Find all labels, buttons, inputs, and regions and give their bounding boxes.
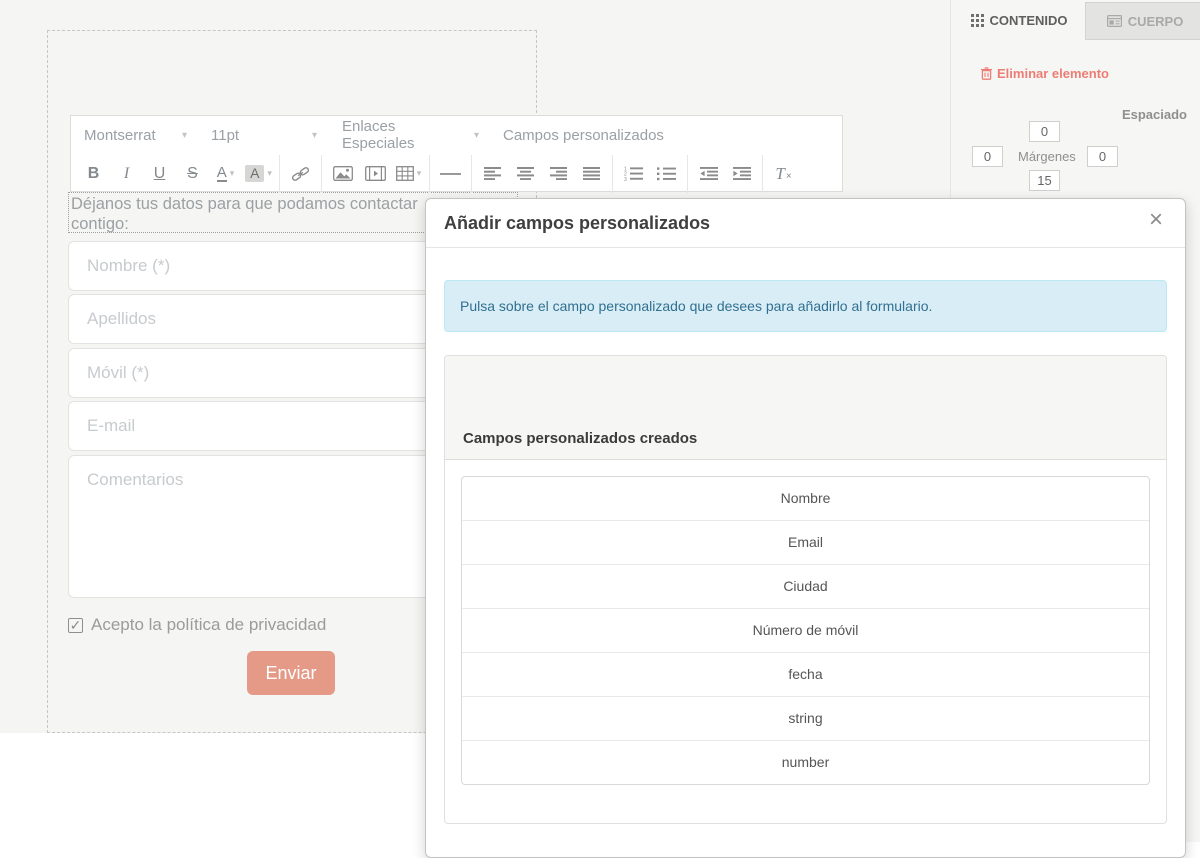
custom-field-item[interactable]: string bbox=[462, 696, 1149, 740]
italic-button[interactable]: I bbox=[110, 160, 143, 188]
modal-body: Pulsa sobre el campo personalizado que d… bbox=[426, 248, 1185, 840]
image-icon bbox=[333, 166, 353, 181]
privacy-checkbox-row[interactable]: ✓ Acepto la política de privacidad bbox=[68, 615, 326, 635]
unordered-list-icon bbox=[657, 166, 676, 181]
align-center-icon bbox=[517, 167, 534, 180]
ordered-list-button[interactable]: 1 2 3 bbox=[617, 160, 650, 188]
indent-icon bbox=[733, 167, 751, 180]
insert-table-button[interactable]: ▾ bbox=[392, 160, 425, 188]
insert-image-button[interactable] bbox=[326, 160, 359, 188]
chevron-down-icon: ▾ bbox=[267, 168, 272, 179]
privacy-checkbox[interactable]: ✓ bbox=[68, 618, 83, 633]
check-icon: ✓ bbox=[70, 618, 82, 632]
panel-title: Campos personalizados creados bbox=[463, 430, 697, 447]
tab-cuerpo-label: CUERPO bbox=[1128, 14, 1184, 29]
custom-field-item[interactable]: Ciudad bbox=[462, 564, 1149, 608]
margin-top-input[interactable]: 0 bbox=[1029, 121, 1060, 142]
video-icon bbox=[365, 166, 386, 181]
horizontal-rule-icon bbox=[440, 173, 461, 175]
tab-cuerpo[interactable]: CUERPO bbox=[1085, 2, 1200, 40]
special-links-select[interactable]: Enlaces Especiales ▾ bbox=[342, 118, 479, 152]
custom-fields-label: Campos personalizados bbox=[503, 127, 664, 144]
chevron-down-icon: ▾ bbox=[182, 130, 187, 141]
outdent-icon bbox=[700, 167, 718, 180]
delete-element-label: Eliminar elemento bbox=[997, 66, 1109, 81]
submit-button[interactable]: Enviar bbox=[247, 651, 335, 695]
chevron-down-icon: ▾ bbox=[474, 130, 479, 141]
spacing-title: Espaciado bbox=[1122, 107, 1187, 122]
info-alert: Pulsa sobre el campo personalizado que d… bbox=[444, 280, 1167, 332]
modal-header: Añadir campos personalizados × bbox=[426, 199, 1185, 248]
margin-left-input[interactable]: 0 bbox=[972, 146, 1003, 167]
grid-icon bbox=[971, 14, 984, 27]
bold-button[interactable]: B bbox=[77, 160, 110, 188]
text-color-button[interactable]: A ▾ bbox=[209, 160, 242, 188]
align-right-icon bbox=[550, 167, 567, 180]
align-justify-button[interactable] bbox=[575, 160, 608, 188]
toolbar-separator bbox=[471, 155, 472, 193]
custom-field-item[interactable]: fecha bbox=[462, 652, 1149, 696]
highlight-color-button[interactable]: A ▾ bbox=[242, 160, 275, 188]
rich-text-toolbar: Montserrat ▾ 11pt ▾ Enlaces Especiales ▾… bbox=[70, 115, 843, 192]
toolbar-separator bbox=[762, 155, 763, 193]
ordered-list-icon: 1 2 3 bbox=[624, 166, 643, 181]
custom-field-item[interactable]: Email bbox=[462, 520, 1149, 564]
font-family-value: Montserrat bbox=[84, 127, 156, 144]
align-left-button[interactable] bbox=[476, 160, 509, 188]
link-button[interactable] bbox=[284, 160, 317, 188]
close-icon[interactable]: × bbox=[1143, 205, 1169, 235]
special-links-label: Enlaces Especiales bbox=[342, 118, 470, 152]
tab-contenido-label: CONTENIDO bbox=[990, 13, 1068, 28]
modal-title: Añadir campos personalizados bbox=[426, 213, 710, 234]
align-justify-icon bbox=[583, 167, 600, 180]
custom-fields-menu-button[interactable]: Campos personalizados bbox=[503, 127, 664, 144]
custom-field-item[interactable]: Nombre bbox=[462, 477, 1149, 520]
align-right-button[interactable] bbox=[542, 160, 575, 188]
chevron-down-icon: ▾ bbox=[230, 168, 235, 179]
table-icon bbox=[396, 166, 414, 181]
strikethrough-button[interactable]: S bbox=[176, 160, 209, 188]
custom-field-item[interactable]: Número de móvil bbox=[462, 608, 1149, 652]
toolbar-separator bbox=[687, 155, 688, 193]
indent-button[interactable] bbox=[725, 160, 758, 188]
custom-field-item[interactable]: number bbox=[462, 740, 1149, 784]
font-size-value: 11pt bbox=[211, 127, 239, 144]
panel-body: NombreEmailCiudadNúmero de móvilfechastr… bbox=[445, 460, 1166, 823]
toolbar-selects-row: Montserrat ▾ 11pt ▾ Enlaces Especiales ▾… bbox=[71, 116, 842, 154]
clear-format-button[interactable]: T × bbox=[767, 160, 800, 188]
panel-heading: Campos personalizados creados bbox=[445, 356, 1166, 460]
link-icon bbox=[290, 167, 311, 181]
margins-label: Márgenes bbox=[1018, 149, 1076, 164]
delete-element-button[interactable]: Eliminar elemento bbox=[981, 66, 1109, 81]
underline-button[interactable]: U bbox=[143, 160, 176, 188]
toolbar-separator bbox=[279, 155, 280, 193]
chevron-down-icon: ▾ bbox=[417, 168, 422, 179]
text-color-icon: A bbox=[217, 165, 227, 183]
align-left-icon bbox=[484, 167, 501, 180]
toolbar-separator bbox=[429, 155, 430, 193]
margin-bottom-input[interactable]: 15 bbox=[1029, 170, 1060, 191]
custom-fields-list: NombreEmailCiudadNúmero de móvilfechastr… bbox=[461, 476, 1150, 785]
horizontal-rule-button[interactable] bbox=[434, 160, 467, 188]
svg-text:3: 3 bbox=[624, 177, 627, 181]
trash-icon bbox=[981, 67, 992, 80]
custom-fields-panel: Campos personalizados creados NombreEmai… bbox=[444, 355, 1167, 824]
insert-video-button[interactable] bbox=[359, 160, 392, 188]
align-center-button[interactable] bbox=[509, 160, 542, 188]
chevron-down-icon: ▾ bbox=[312, 130, 317, 141]
toolbar-separator bbox=[612, 155, 613, 193]
tab-contenido[interactable]: CONTENIDO bbox=[959, 0, 1079, 40]
body-icon bbox=[1107, 15, 1122, 27]
privacy-label: Acepto la política de privacidad bbox=[91, 615, 326, 635]
toolbar-separator bbox=[321, 155, 322, 193]
unordered-list-button[interactable] bbox=[650, 160, 683, 188]
outdent-button[interactable] bbox=[692, 160, 725, 188]
font-size-select[interactable]: 11pt ▾ bbox=[211, 127, 317, 144]
highlight-color-icon: A bbox=[245, 165, 264, 182]
margin-right-input[interactable]: 0 bbox=[1087, 146, 1118, 167]
toolbar-format-row: B I U S A ▾ A ▾ bbox=[71, 154, 842, 193]
clear-format-icon: T bbox=[775, 164, 784, 184]
font-family-select[interactable]: Montserrat ▾ bbox=[84, 127, 187, 144]
add-custom-fields-modal: Añadir campos personalizados × Pulsa sob… bbox=[425, 198, 1186, 858]
